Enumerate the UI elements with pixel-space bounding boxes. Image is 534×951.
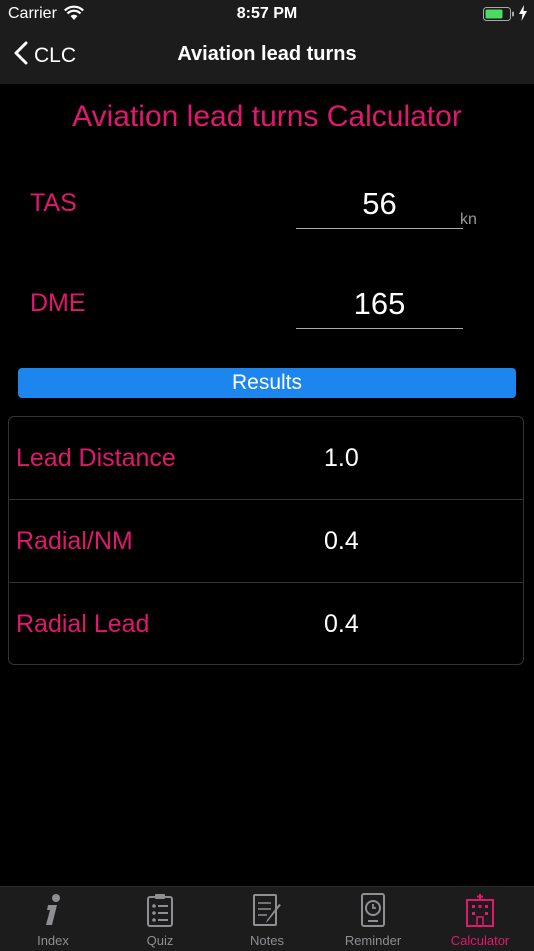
result-label: Radial/NM [16, 527, 133, 555]
hospital-icon [464, 893, 496, 927]
notes-icon [251, 893, 283, 927]
result-row-radial-nm: Radial/NM 0.4 [9, 500, 523, 583]
tas-label: TAS [30, 189, 77, 217]
tab-notes[interactable]: Notes [214, 887, 320, 951]
result-value: 0.4 [324, 527, 359, 555]
result-row-radial-lead: Radial Lead 0.4 [9, 583, 523, 666]
result-value: 0.4 [324, 610, 359, 638]
tas-input[interactable] [296, 180, 463, 229]
tab-reminder[interactable]: Reminder [320, 887, 426, 951]
clock-icon [357, 893, 389, 927]
tab-bar: Index Quiz Notes Reminder Calculator [0, 886, 534, 951]
tab-calculator[interactable]: Calculator [427, 887, 533, 951]
dme-label: DME [30, 289, 86, 317]
dme-input[interactable] [296, 280, 463, 329]
result-row-lead-distance: Lead Distance 1.0 [9, 417, 523, 500]
tab-label: Quiz [146, 933, 174, 948]
status-bar: Carrier 8:57 PM [0, 0, 534, 28]
tab-index[interactable]: Index [0, 887, 106, 951]
charging-bolt-icon [518, 5, 528, 26]
status-time: 8:57 PM [236, 5, 298, 22]
battery-icon [483, 7, 515, 27]
navigation-bar: CLC Aviation lead turns [0, 28, 534, 84]
clipboard-icon [144, 893, 176, 927]
info-icon [37, 893, 69, 927]
tas-unit: kn [460, 211, 477, 228]
calculator-title: Aviation lead turns Calculator [72, 100, 462, 133]
result-value: 1.0 [324, 444, 359, 472]
tab-quiz[interactable]: Quiz [107, 887, 213, 951]
tab-label: Calculator [450, 933, 510, 948]
page-title: Aviation lead turns [177, 43, 357, 65]
results-table: Lead Distance 1.0 Radial/NM 0.4 Radial L… [8, 416, 524, 665]
results-button[interactable]: Results [18, 368, 516, 398]
tab-label: Reminder [344, 933, 402, 948]
tab-label: Notes [250, 933, 284, 948]
result-label: Lead Distance [16, 444, 176, 472]
result-label: Radial Lead [16, 610, 150, 638]
tab-label: Index [37, 933, 69, 948]
